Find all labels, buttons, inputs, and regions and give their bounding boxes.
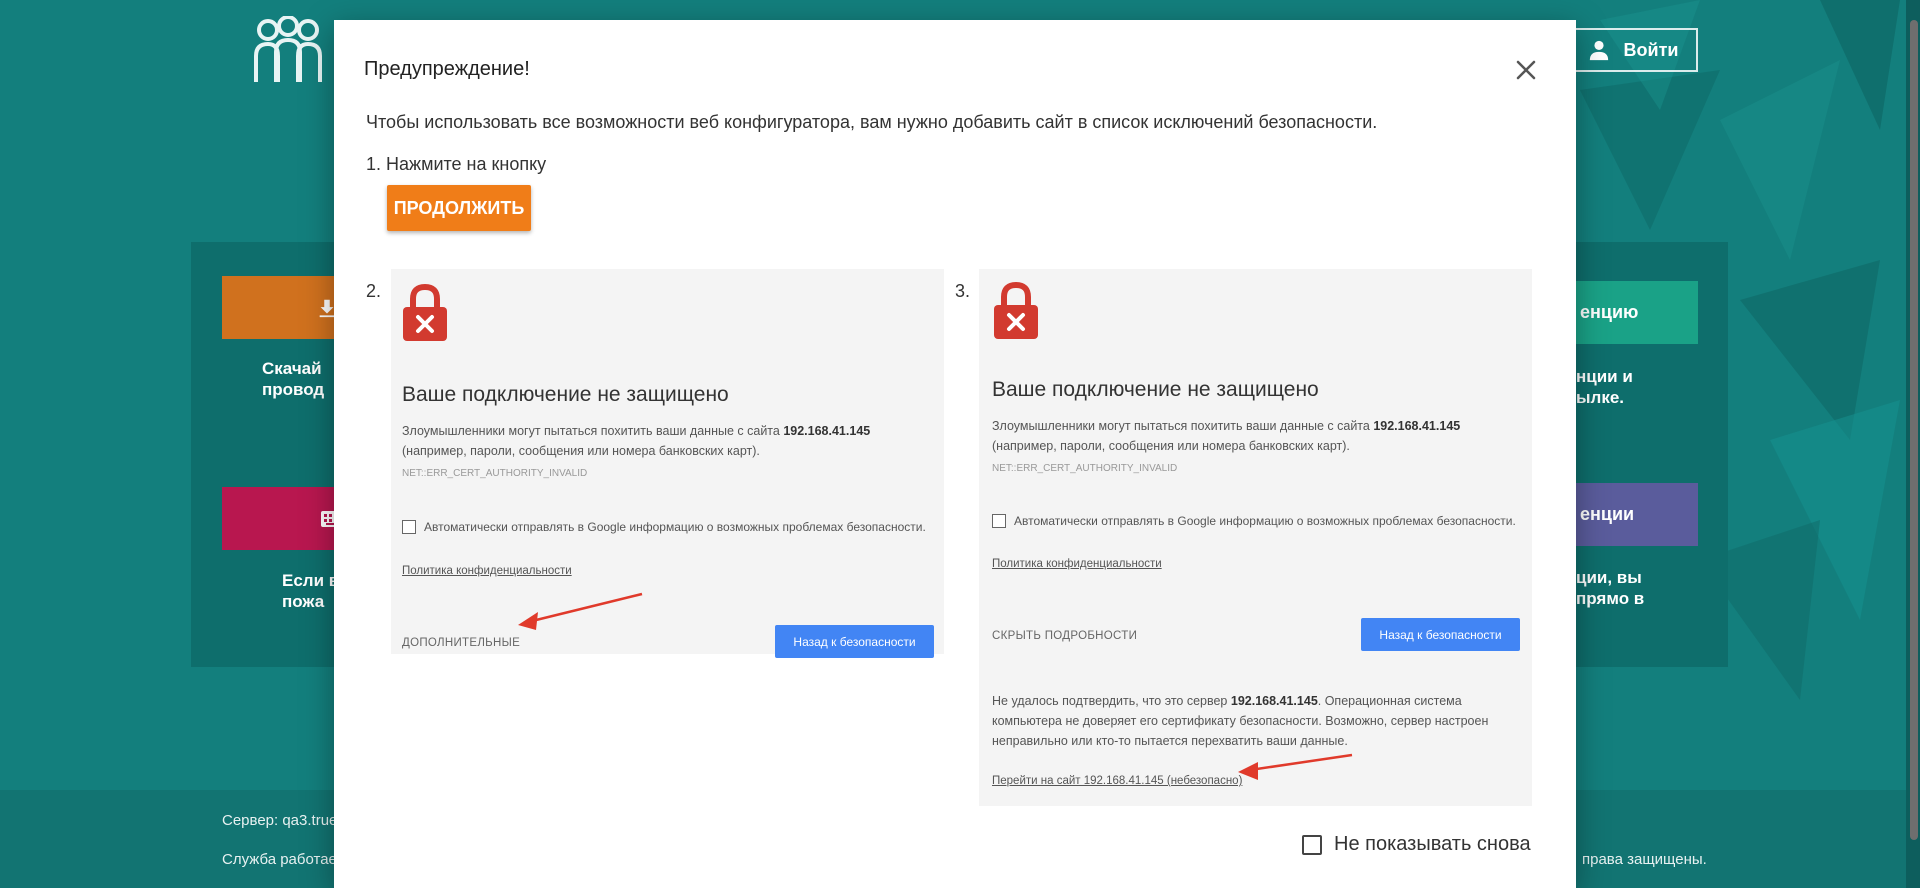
warning-desc-suffix: (например, пароли, сообщения или номера …: [402, 444, 760, 458]
step3-number: 3.: [955, 281, 971, 301]
warning-host: 192.168.41.145: [1373, 419, 1461, 433]
warning-desc-suffix: (например, пароли, сообщения или номера …: [992, 439, 1350, 453]
details-suffix: . Операционная система: [1317, 694, 1462, 708]
report-checkbox: Автоматически отправлять в Google информ…: [402, 520, 926, 534]
dont-show-again-label: Не показывать снова: [1334, 833, 1531, 855]
report-checkbox-label: Автоматически отправлять в Google информ…: [424, 520, 926, 534]
warning-desc-prefix: Злоумышленники могут пытаться похитить в…: [402, 424, 780, 438]
warning-host: 192.168.41.145: [783, 424, 871, 438]
details-line-2: компьютера не доверяет его сертификату б…: [992, 714, 1489, 728]
logo-icon: [254, 16, 322, 82]
conference-card-line-1: ции, вы: [1576, 568, 1642, 587]
footer-rights: права защищены.: [1582, 851, 1707, 868]
keyboard-card-text: Если в пожа: [282, 570, 342, 612]
license-card-line-2: ылке.: [1576, 388, 1625, 407]
user-icon: [1589, 40, 1608, 61]
error-code: NET::ERR_CERT_AUTHORITY_INVALID: [402, 468, 588, 479]
continue-button[interactable]: ПРОДОЛЖИТЬ: [387, 185, 531, 231]
conference-card-text: ции, вы прямо в: [1576, 567, 1696, 609]
warning-screenshot-step2: Ваше подключение не защищено Злоумышленн…: [391, 269, 944, 658]
dont-show-again-box[interactable]: [1302, 834, 1322, 855]
step2-number: 2.: [366, 281, 382, 301]
conference-card-label: енции: [1580, 504, 1635, 524]
arrow-annotation-step2: [518, 592, 643, 630]
report-checkbox: Автоматически отправлять в Google информ…: [992, 514, 1516, 528]
privacy-link: Политика конфиденциальности: [992, 558, 1162, 570]
conference-card-line-2: прямо в: [1576, 589, 1645, 608]
arrow-annotation-step3: [1238, 753, 1353, 780]
lock-error-icon: [994, 281, 1038, 339]
download-card-line-1: Скачай: [262, 359, 322, 378]
report-checkbox-box: [992, 514, 1006, 528]
download-card-line-2: провод: [262, 380, 325, 399]
close-icon[interactable]: [1512, 56, 1540, 84]
warning-title: Ваше подключение не защищено: [402, 383, 729, 406]
back-to-safety-button: Назад к безопасности: [1361, 618, 1520, 651]
report-checkbox-label: Автоматически отправлять в Google информ…: [1014, 514, 1516, 528]
back-to-safety-button: Назад к безопасности: [775, 625, 934, 658]
download-card-text: Скачай провод: [262, 358, 342, 400]
license-card-label: енцию: [1580, 302, 1639, 322]
license-card-text: нции и ылке.: [1576, 366, 1696, 408]
warning-description: Злоумышленники могут пытаться похитить в…: [992, 416, 1512, 456]
warning-desc-prefix: Злоумышленники могут пытаться похитить в…: [992, 419, 1370, 433]
warning-modal: Предупреждение! Чтобы использовать все в…: [334, 20, 1576, 888]
advanced-link: ДОПОЛНИТЕЛЬНЫЕ: [402, 637, 521, 649]
login-button[interactable]: Войти: [1568, 28, 1698, 72]
keyboard-card-line-1: Если в: [282, 571, 340, 590]
hide-details-link: СКРЫТЬ ПОДРОБНОСТИ: [992, 630, 1138, 642]
lock-error-icon: [403, 283, 447, 341]
proceed-unsafe-link: Перейти на сайт 192.168.41.145 (небезопа…: [992, 775, 1243, 787]
dont-show-again-checkbox[interactable]: Не показывать снова: [1302, 833, 1531, 856]
warning-description: Злоумышленники могут пытаться похитить в…: [402, 421, 922, 461]
warning-screenshot-step3: Ваше подключение не защищено Злоумышленн…: [979, 269, 1532, 806]
intro-text: Чтобы использовать все возможности веб к…: [366, 112, 1378, 132]
error-code: NET::ERR_CERT_AUTHORITY_INVALID: [992, 463, 1178, 474]
modal-title: Предупреждение!: [364, 58, 530, 80]
license-card-button[interactable]: енцию: [1576, 281, 1698, 344]
privacy-link: Политика конфиденциальности: [402, 565, 572, 577]
report-checkbox-box: [402, 520, 416, 534]
details-host: 192.168.41.145: [1230, 694, 1318, 708]
keyboard-card-line-2: пожа: [282, 592, 325, 611]
login-label: Войти: [1623, 39, 1679, 60]
conference-card-button[interactable]: енции: [1576, 483, 1698, 546]
scrollbar-thumb[interactable]: [1910, 20, 1918, 840]
details-prefix: Не удалось подтвердить, что это сервер: [992, 694, 1228, 708]
warning-title: Ваше подключение не защищено: [992, 378, 1319, 401]
step1-label: 1. Нажмите на кнопку: [366, 154, 547, 174]
license-card-line-1: нции и: [1576, 367, 1633, 386]
details-text: Не удалось подтвердить, что это сервер 1…: [992, 691, 1512, 751]
footer-service: Служба работае: [222, 851, 337, 868]
footer-server: Сервер: qa3.true: [222, 812, 338, 829]
